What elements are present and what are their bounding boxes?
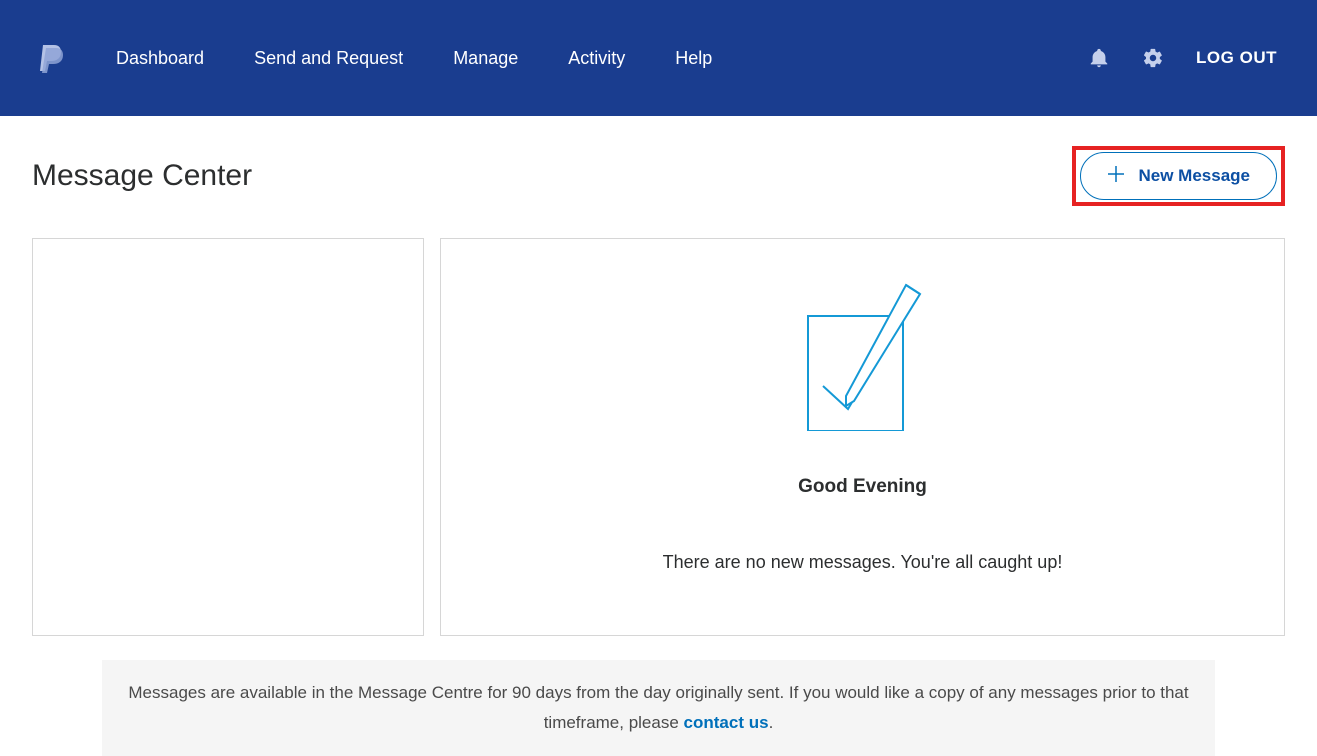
top-navbar: Dashboard Send and Request Manage Activi…	[0, 0, 1317, 116]
nav-help[interactable]: Help	[675, 48, 712, 69]
nav-manage[interactable]: Manage	[453, 48, 518, 69]
new-message-label: New Message	[1139, 166, 1251, 186]
new-message-button[interactable]: New Message	[1080, 152, 1278, 200]
nav-dashboard[interactable]: Dashboard	[116, 48, 204, 69]
new-message-highlight: New Message	[1072, 146, 1286, 206]
paypal-logo-icon[interactable]	[40, 43, 66, 73]
header-right: LOG OUT	[1088, 47, 1277, 69]
logout-button[interactable]: LOG OUT	[1196, 48, 1277, 68]
contact-us-link[interactable]: contact us	[684, 713, 769, 732]
content-area: Message Center New Message	[0, 116, 1317, 756]
plus-icon	[1107, 163, 1125, 189]
settings-gear-icon[interactable]	[1142, 47, 1164, 69]
nav-activity[interactable]: Activity	[568, 48, 625, 69]
notifications-icon[interactable]	[1088, 47, 1110, 69]
panels: Good Evening There are no new messages. …	[32, 238, 1285, 636]
note-checkmark-icon	[798, 281, 928, 436]
inbox-status-text: There are no new messages. You're all ca…	[663, 552, 1063, 573]
message-list-panel	[32, 238, 424, 636]
footer-notice-suffix: .	[769, 713, 774, 732]
footer-notice: Messages are available in the Message Ce…	[102, 660, 1215, 756]
greeting-text: Good Evening	[798, 476, 927, 498]
header-left: Dashboard Send and Request Manage Activi…	[40, 43, 712, 73]
footer-notice-prefix: Messages are available in the Message Ce…	[128, 683, 1188, 732]
nav-send-request[interactable]: Send and Request	[254, 48, 403, 69]
main-nav: Dashboard Send and Request Manage Activi…	[116, 48, 712, 69]
message-content-panel: Good Evening There are no new messages. …	[440, 238, 1285, 636]
page-title: Message Center	[32, 159, 252, 193]
title-row: Message Center New Message	[32, 146, 1285, 206]
